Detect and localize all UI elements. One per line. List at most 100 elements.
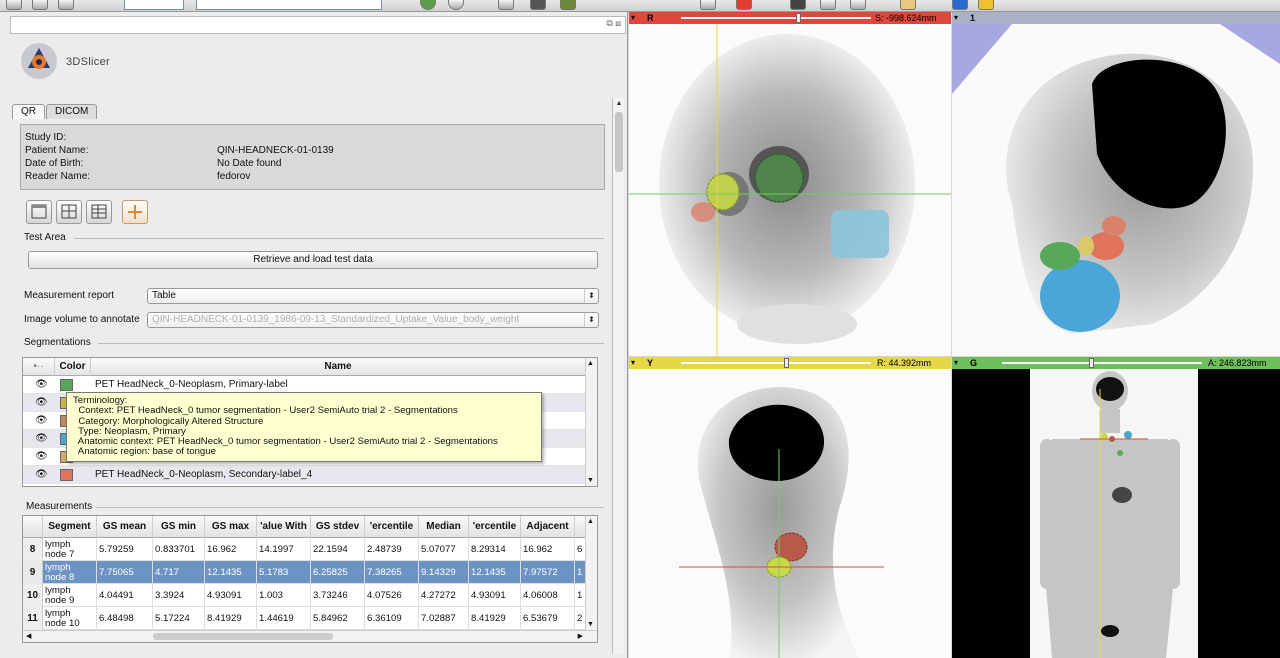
measurement-cell[interactable]: 1 bbox=[575, 561, 585, 584]
layout-table-icon[interactable] bbox=[86, 200, 112, 224]
row-index[interactable]: 9 bbox=[23, 561, 43, 584]
scroll-right-icon[interactable]: ▶ bbox=[578, 632, 583, 640]
tab-dicom[interactable]: DICOM bbox=[46, 104, 98, 119]
yellow-slice-viewer[interactable]: ▾ Y R: 44.392mm bbox=[629, 357, 951, 658]
measurement-cell[interactable]: 4.93091 bbox=[469, 584, 521, 607]
table-row[interactable]: 11 lymph node 10 6.48498 5.17224 8.41929 1.446… bbox=[23, 607, 585, 630]
scroll-up-icon[interactable]: ▲ bbox=[615, 100, 623, 108]
table-row[interactable]: 10 lymph node 9 4.04491 3.3924 4.93091 1.003 3.… bbox=[23, 584, 585, 607]
value-within-header[interactable]: 'alue With bbox=[257, 516, 311, 538]
segment-cell[interactable]: lymph node 9 bbox=[43, 584, 97, 607]
pin-icon[interactable]: ▾ bbox=[954, 13, 964, 22]
overflow-header[interactable] bbox=[575, 516, 585, 538]
scroll-left-icon[interactable]: ◀ bbox=[26, 632, 31, 640]
gs-stdev-header[interactable]: GS stdev bbox=[311, 516, 365, 538]
measurement-cell[interactable]: 1.003 bbox=[257, 584, 311, 607]
measurement-cell[interactable]: 3.3924 bbox=[153, 584, 205, 607]
module-finder[interactable] bbox=[124, 0, 184, 10]
toolbar-screenshot-icon[interactable] bbox=[790, 0, 806, 10]
scroll-up-icon[interactable]: ▲ bbox=[587, 518, 594, 525]
green-slice-viewer[interactable]: ▾ G A: 246.823mm bbox=[952, 357, 1280, 658]
red-slice-slider[interactable] bbox=[681, 17, 871, 19]
toolbar-save-icon[interactable] bbox=[58, 0, 74, 10]
measurement-cell[interactable]: 4.93091 bbox=[205, 584, 257, 607]
segment-cell[interactable]: lymph node 8 bbox=[43, 561, 97, 584]
eye-icon[interactable]: 👁 bbox=[35, 469, 48, 480]
measurement-cell[interactable]: 4.06008 bbox=[521, 584, 575, 607]
eye-icon[interactable]: 👁 bbox=[35, 397, 48, 408]
measurement-cell[interactable]: 5.07077 bbox=[419, 538, 469, 561]
measurement-cell[interactable]: 7.97572 bbox=[521, 561, 575, 584]
3d-viewer[interactable]: ▾ 1 bbox=[952, 12, 1280, 356]
yellow-slice-slider-knob[interactable] bbox=[784, 358, 790, 368]
measurement-cell[interactable]: 5.79259 bbox=[97, 538, 153, 561]
measurement-cell[interactable]: 7.02887 bbox=[419, 607, 469, 630]
row-index[interactable]: 10 bbox=[23, 584, 43, 607]
measurement-cell[interactable]: 5.17224 bbox=[153, 607, 205, 630]
segmentations-scrollbar[interactable]: ▲ ▼ bbox=[585, 358, 597, 486]
measurement-cell[interactable]: 1 bbox=[575, 584, 585, 607]
segment-header[interactable]: Segment bbox=[43, 516, 97, 538]
float-undock-icon[interactable]: ⧉ ⊠ bbox=[606, 18, 621, 29]
measurement-cell[interactable]: 14.1997 bbox=[257, 538, 311, 561]
yellow-slice-slider[interactable] bbox=[681, 362, 871, 364]
measurement-cell[interactable]: 2 bbox=[575, 607, 585, 630]
segment-cell[interactable]: lymph node 7 bbox=[43, 538, 97, 561]
layout-single-icon[interactable] bbox=[26, 200, 52, 224]
pin-icon[interactable]: ▾ bbox=[954, 358, 964, 367]
measurement-cell[interactable]: 6.36109 bbox=[365, 607, 419, 630]
scroll-down-icon[interactable]: ▼ bbox=[587, 477, 594, 484]
gs-max-header[interactable]: GS max bbox=[205, 516, 257, 538]
toolbar-extension-icon[interactable] bbox=[530, 0, 546, 10]
toolbar-help-icon[interactable] bbox=[952, 0, 968, 10]
measurement-cell[interactable]: 4.717 bbox=[153, 561, 205, 584]
eye-icon[interactable]: 👁 bbox=[35, 379, 48, 390]
median-header[interactable]: Median bbox=[419, 516, 469, 538]
measurement-cell[interactable]: 16.962 bbox=[205, 538, 257, 561]
scroll-down-icon[interactable]: ▼ bbox=[587, 621, 594, 628]
segment-color-swatch[interactable] bbox=[60, 469, 73, 481]
measurement-cell[interactable]: 5.1783 bbox=[257, 561, 311, 584]
toolbar-forward-icon[interactable] bbox=[448, 0, 464, 10]
percentile-header[interactable]: 'ercentile bbox=[365, 516, 419, 538]
eye-icon[interactable]: 👁 bbox=[35, 433, 48, 444]
measurements-hscrollbar[interactable]: ◀ ▶ bbox=[23, 630, 597, 642]
toolbar-python-icon[interactable] bbox=[498, 0, 514, 10]
eye-icon[interactable]: 👁 bbox=[35, 415, 48, 426]
adjacent-header[interactable]: Adjacent bbox=[521, 516, 575, 538]
toolbar-window-level-icon[interactable] bbox=[850, 0, 866, 10]
retrieve-load-test-data-button[interactable]: Retrieve and load test data bbox=[28, 251, 598, 269]
green-slice-slider-knob[interactable] bbox=[1089, 358, 1094, 368]
module-panel-scrollbar[interactable]: ▲ bbox=[612, 98, 624, 654]
toolbar-back-icon[interactable] bbox=[420, 0, 436, 10]
measurement-cell[interactable]: 6.53679 bbox=[521, 607, 575, 630]
measurement-cell[interactable]: 4.27272 bbox=[419, 584, 469, 607]
measurement-cell[interactable]: 6.25825 bbox=[311, 561, 365, 584]
toolbar-layout-icon[interactable] bbox=[560, 0, 576, 10]
segment-color-swatch[interactable] bbox=[60, 379, 73, 391]
image-volume-select[interactable]: QIN-HEADNECK-01-0139_1986-09-13_Standard… bbox=[147, 312, 599, 328]
row-index[interactable]: 11 bbox=[23, 607, 43, 630]
visibility-header-icon[interactable]: •·· bbox=[23, 358, 55, 376]
row-index[interactable]: 8 bbox=[23, 538, 43, 561]
measurement-cell[interactable]: 4.04491 bbox=[97, 584, 153, 607]
tab-qr[interactable]: QR bbox=[12, 104, 45, 119]
toolbar-fiducial-icon[interactable] bbox=[736, 0, 752, 10]
pin-icon[interactable]: ▾ bbox=[631, 358, 641, 367]
scrollbar-thumb[interactable] bbox=[615, 112, 623, 172]
toolbar-data-icon[interactable] bbox=[32, 0, 48, 10]
measurement-cell[interactable]: 3.73246 bbox=[311, 584, 365, 607]
gs-min-header[interactable]: GS min bbox=[153, 516, 205, 538]
measurement-cell[interactable]: 8.29314 bbox=[469, 538, 521, 561]
measurement-cell[interactable]: 22.1594 bbox=[311, 538, 365, 561]
measurement-cell[interactable]: 2.48739 bbox=[365, 538, 419, 561]
measurement-cell[interactable]: 4.07526 bbox=[365, 584, 419, 607]
measurement-cell[interactable]: 6.48498 bbox=[97, 607, 153, 630]
green-slice-slider[interactable] bbox=[1002, 362, 1202, 364]
crosshair-icon[interactable] bbox=[122, 200, 148, 224]
measurement-report-select[interactable]: Table ⬍ bbox=[147, 288, 599, 304]
layout-quad-icon[interactable] bbox=[56, 200, 82, 224]
measurement-cell[interactable]: 0.833701 bbox=[153, 538, 205, 561]
measurement-cell[interactable]: 8.41929 bbox=[469, 607, 521, 630]
measurement-cell[interactable]: 16.962 bbox=[521, 538, 575, 561]
